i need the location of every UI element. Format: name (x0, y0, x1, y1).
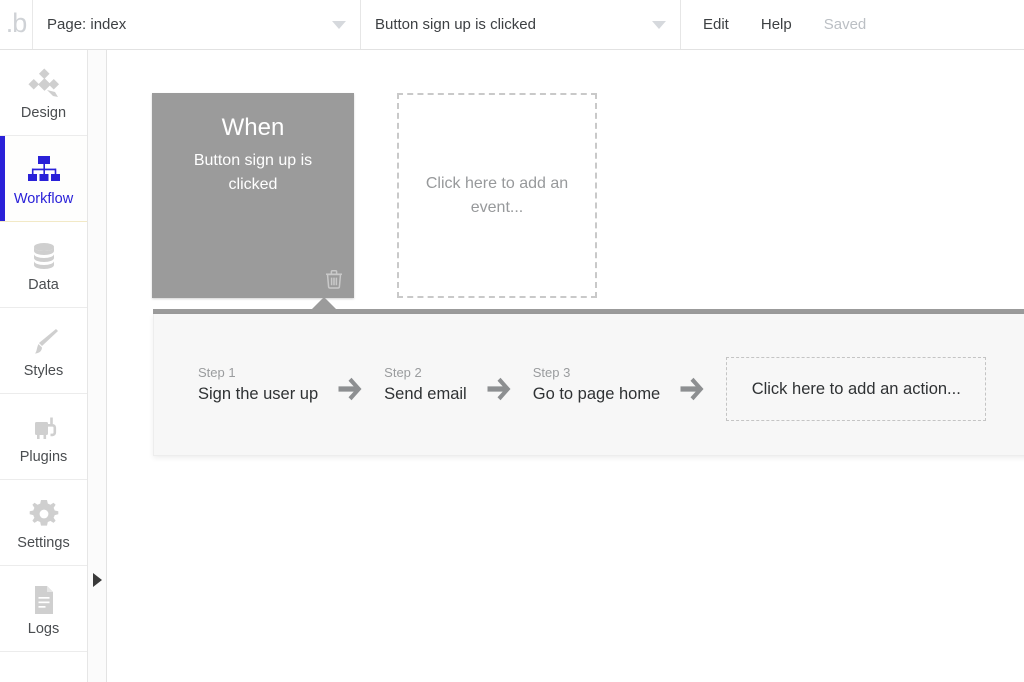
workflow-event-card[interactable]: When Button sign up is clicked (152, 93, 354, 298)
arrow-right-icon (660, 376, 726, 402)
sidebar-item-design[interactable]: Design (0, 50, 87, 136)
sidebar-item-settings[interactable]: Settings (0, 480, 87, 566)
step-number-label: Step 2 (384, 364, 422, 380)
workflow-icon (26, 150, 62, 190)
event-when-label: When (221, 114, 285, 141)
workflow-step-3[interactable]: Step 3 Go to page home (533, 365, 661, 405)
step-number-label: Step 3 (532, 364, 571, 380)
plug-icon (26, 408, 62, 448)
sidebar-item-label: Workflow (13, 191, 74, 208)
sidebar-item-label: Design (20, 105, 67, 122)
brush-icon (27, 322, 61, 362)
bubble-logo[interactable]: .b (0, 0, 33, 49)
bubble-logo-icon: .b (5, 7, 28, 38)
step-number-label: Step 1 (198, 364, 236, 380)
chevron-down-icon (332, 20, 346, 29)
sidebar-item-workflow[interactable]: Workflow (0, 136, 87, 222)
event-dropdown-label: Button sign up is clicked (375, 16, 536, 33)
database-icon (27, 236, 61, 276)
add-event-placeholder-label: Click here to add an event... (425, 175, 569, 216)
bubble-editor-window: .b Page: index Button sign up is clicked… (0, 0, 1024, 682)
arrow-right-icon (467, 376, 533, 402)
page-dropdown-label: Page: index (47, 16, 127, 33)
sidebar-item-label: Styles (23, 363, 64, 380)
sidebar-item-label: Logs (27, 621, 60, 638)
step-name-label: Send email (384, 384, 467, 403)
workflow-step-2[interactable]: Step 2 Send email (384, 365, 467, 405)
workflow-step-1[interactable]: Step 1 Sign the user up (198, 365, 318, 405)
sidebar-item-logs[interactable]: Logs (0, 566, 87, 652)
menu-item-edit[interactable]: Edit (681, 0, 745, 49)
workflow-steps-panel: Step 1 Sign the user up Step 2 Send emai… (153, 314, 1024, 456)
sidebar-item-label: Plugins (19, 449, 68, 466)
workflow-canvas: When Button sign up is clicked Click her… (108, 51, 1024, 682)
event-description: Button sign up is clicked (193, 152, 313, 193)
sidebar-item-label: Data (28, 277, 59, 294)
gear-icon (28, 494, 60, 534)
step-name-label: Sign the user up (198, 384, 319, 403)
triangle-right-icon[interactable] (93, 573, 102, 587)
event-dropdown[interactable]: Button sign up is clicked (361, 0, 681, 49)
add-action-placeholder-label: Click here to add an action... (751, 379, 961, 398)
trash-icon[interactable] (325, 269, 343, 289)
panel-collapse-gutter (88, 50, 107, 682)
design-icon (26, 64, 62, 104)
menu-item-help[interactable]: Help (745, 0, 808, 49)
step-name-label: Go to page home (532, 384, 661, 403)
sidebar-item-label: Settings (17, 535, 70, 552)
left-sidebar: Design Workflow Data Styles Plugins Sett… (0, 50, 88, 682)
sidebar-item-styles[interactable]: Styles (0, 308, 87, 394)
document-icon (28, 580, 60, 620)
page-dropdown[interactable]: Page: index (33, 0, 361, 49)
sidebar-item-data[interactable]: Data (0, 222, 87, 308)
save-status-label: Saved (823, 16, 867, 33)
add-action-placeholder[interactable]: Click here to add an action... (726, 357, 987, 421)
steps-row: Step 1 Sign the user up Step 2 Send emai… (154, 314, 1024, 455)
chevron-down-icon (652, 20, 666, 29)
top-bar: .b Page: index Button sign up is clicked… (0, 0, 1024, 50)
arrow-right-icon (318, 376, 384, 402)
add-event-placeholder[interactable]: Click here to add an event... (397, 93, 597, 298)
sidebar-item-plugins[interactable]: Plugins (0, 394, 87, 480)
